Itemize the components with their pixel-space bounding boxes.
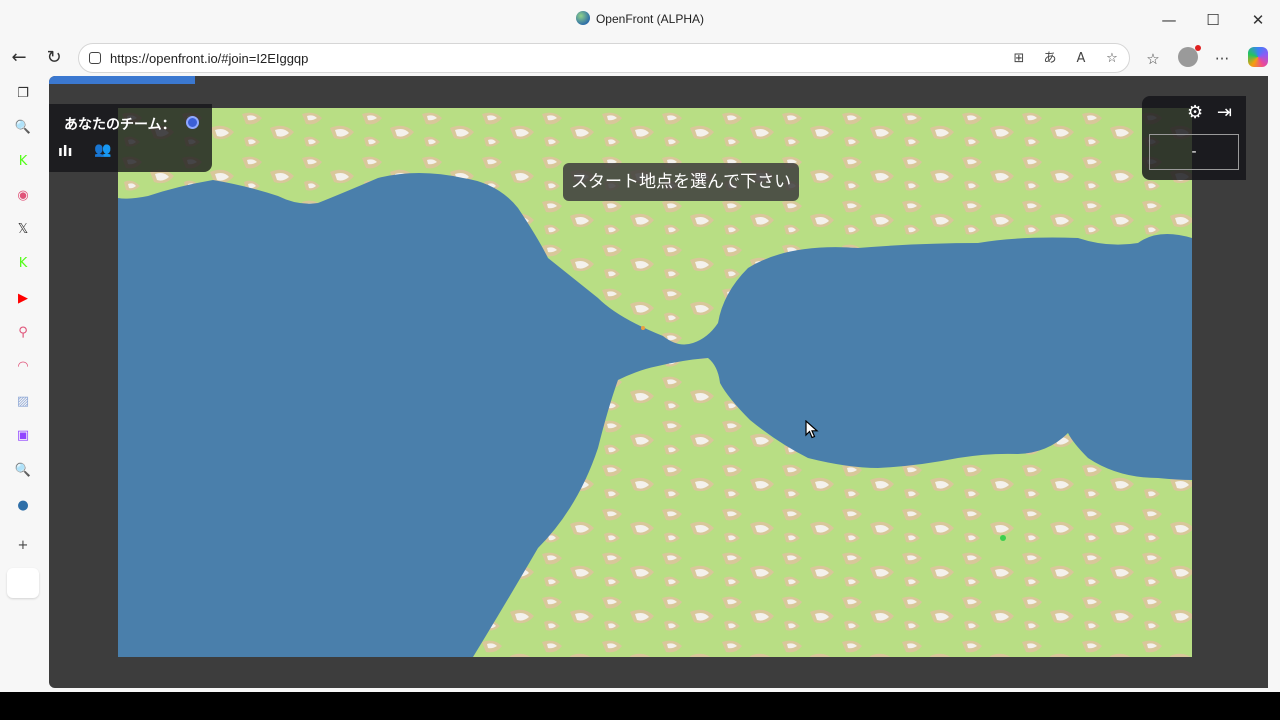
status-box: - (1149, 134, 1239, 170)
favorite-star-icon[interactable]: ☆ (1102, 49, 1122, 69)
circle-app-icon[interactable]: ◉ (13, 186, 33, 206)
split-screen-icon[interactable]: ⊞ (1009, 49, 1029, 69)
window-title-text: OpenFront (ALPHA) (595, 12, 705, 26)
window-title: OpenFront (ALPHA) (0, 11, 1280, 26)
game-viewport[interactable]: あなたのチーム： ılı 👥 ⚙ ⇥ - スタート地点を選んで下さい (49, 76, 1268, 688)
back-button[interactable]: ← (5, 44, 33, 72)
team-label: あなたのチーム： (64, 117, 176, 133)
kick-icon[interactable]: K (13, 152, 33, 172)
youtube-icon[interactable]: ▶ (13, 289, 33, 309)
stats-icon[interactable]: ılı (58, 144, 72, 160)
team-panel: あなたのチーム： ılı 👥 (49, 104, 212, 172)
kick-icon-2[interactable]: K (13, 254, 33, 274)
globe-icon (575, 11, 590, 25)
exit-icon[interactable]: ⇥ (1217, 102, 1232, 123)
player-marker[interactable] (1000, 535, 1006, 541)
players-icon[interactable]: 👥 (94, 142, 111, 158)
copilot-icon[interactable] (1248, 47, 1268, 67)
maps-icon[interactable]: ⚲ (13, 323, 33, 343)
speed-icon[interactable]: ◠ (13, 357, 33, 377)
openfront-icon[interactable]: ● (13, 496, 33, 516)
close-button[interactable]: ✕ (1236, 6, 1280, 34)
x-icon[interactable]: 𝕏 (13, 220, 33, 240)
favorites-icon[interactable]: ☆ (1142, 48, 1164, 70)
start-location-toast: スタート地点を選んで下さい (563, 163, 800, 201)
settings-icon[interactable]: ⚙ (1187, 102, 1203, 123)
url-text[interactable]: https://openfront.io/#join=I2EIggqp (110, 51, 308, 66)
profile-avatar[interactable] (1178, 45, 1201, 67)
browser-window: OpenFront (ALPHA) — ☐ ✕ ← ↻ https://open… (0, 0, 1280, 692)
lock-icon[interactable] (89, 52, 101, 64)
address-bar[interactable]: https://openfront.io/#join=I2EIggqp ⊞ あ … (78, 43, 1130, 73)
sidebar-active-highlight (7, 568, 39, 598)
browser-sidebar: ❐ 🔍 K ◉ 𝕏 K ▶ ⚲ ◠ ▨ ▣ 🔍 ● + (0, 76, 46, 692)
more-menu-icon[interactable]: ··· (1211, 48, 1233, 70)
twitch-icon[interactable]: ▣ (13, 426, 33, 446)
maximize-button[interactable]: ☐ (1191, 6, 1235, 34)
translate-icon[interactable]: あ (1040, 49, 1060, 69)
image-app-icon[interactable]: ▨ (13, 392, 33, 412)
navigation-bar: ← ↻ https://openfront.io/#join=I2EIggqp … (0, 40, 1280, 76)
title-bar: OpenFront (ALPHA) — ☐ ✕ (0, 0, 1280, 40)
team-color-swatch (186, 116, 199, 129)
search-icon-2[interactable]: 🔍 (13, 461, 33, 481)
control-panel: ⚙ ⇥ - (1142, 96, 1246, 180)
minimize-button[interactable]: — (1147, 6, 1191, 34)
tabs-icon[interactable]: ❐ (13, 84, 33, 104)
search-icon[interactable]: 🔍 (13, 118, 33, 138)
loading-progress-bar (49, 76, 196, 84)
mouse-cursor-icon (805, 420, 819, 439)
taskbar-strip (0, 692, 1280, 720)
settlement-marker[interactable] (641, 326, 645, 330)
add-icon[interactable]: + (13, 536, 33, 556)
read-aloud-icon[interactable]: A (1071, 49, 1091, 69)
reload-button[interactable]: ↻ (40, 44, 68, 72)
